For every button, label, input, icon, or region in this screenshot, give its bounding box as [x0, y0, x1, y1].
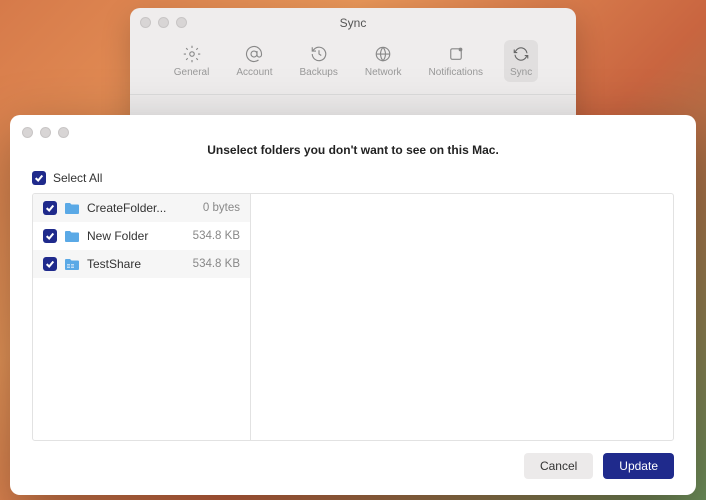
close-dot[interactable]	[140, 17, 151, 28]
selective-sync-modal: Unselect folders you don't want to see o…	[10, 115, 696, 495]
detail-column	[251, 194, 673, 440]
table-row[interactable]: TestShare 534.8 KB	[33, 250, 250, 278]
folder-name: New Folder	[87, 229, 186, 243]
update-button[interactable]: Update	[603, 453, 674, 479]
minimize-dot[interactable]	[158, 17, 169, 28]
folder-checkbox[interactable]	[43, 229, 57, 243]
tab-general[interactable]: General	[168, 40, 216, 82]
close-dot[interactable]	[22, 127, 33, 138]
tab-sync[interactable]: Sync	[504, 40, 538, 82]
tab-network[interactable]: Network	[359, 40, 408, 82]
globe-icon	[373, 44, 393, 64]
folder-size: 534.8 KB	[193, 230, 240, 242]
window-title: Sync	[130, 9, 576, 30]
at-icon	[244, 44, 264, 64]
modal-heading: Unselect folders you don't want to see o…	[10, 115, 696, 157]
table-row[interactable]: CreateFolder... 0 bytes	[33, 194, 250, 222]
folder-size: 0 bytes	[203, 202, 240, 214]
tab-backups[interactable]: Backups	[293, 40, 343, 82]
minimize-dot[interactable]	[40, 127, 51, 138]
folder-list-column: CreateFolder... 0 bytes New Folder 534.8…	[33, 194, 251, 440]
history-icon	[309, 44, 329, 64]
table-row[interactable]: New Folder 534.8 KB	[33, 222, 250, 250]
folder-name: CreateFolder...	[87, 201, 196, 215]
folder-share-icon	[64, 258, 80, 271]
folder-size: 534.8 KB	[193, 258, 240, 270]
zoom-dot[interactable]	[58, 127, 69, 138]
folder-checkbox[interactable]	[43, 257, 57, 271]
folder-name: TestShare	[87, 257, 186, 271]
sync-icon	[511, 44, 531, 64]
gear-icon	[182, 44, 202, 64]
cancel-button[interactable]: Cancel	[524, 453, 593, 479]
tab-account[interactable]: Account	[230, 40, 278, 82]
select-all-label: Select All	[53, 171, 102, 185]
preferences-toolbar: General Account Backups Network Notifica…	[130, 40, 576, 95]
select-all-checkbox[interactable]	[32, 171, 46, 185]
modal-window-controls	[22, 127, 69, 138]
folder-icon	[64, 202, 80, 215]
window-controls	[140, 17, 187, 28]
folder-table: CreateFolder... 0 bytes New Folder 534.8…	[32, 193, 674, 441]
notification-icon	[446, 44, 466, 64]
tab-notifications[interactable]: Notifications	[423, 40, 489, 82]
folder-checkbox[interactable]	[43, 201, 57, 215]
zoom-dot[interactable]	[176, 17, 187, 28]
folder-icon	[64, 230, 80, 243]
